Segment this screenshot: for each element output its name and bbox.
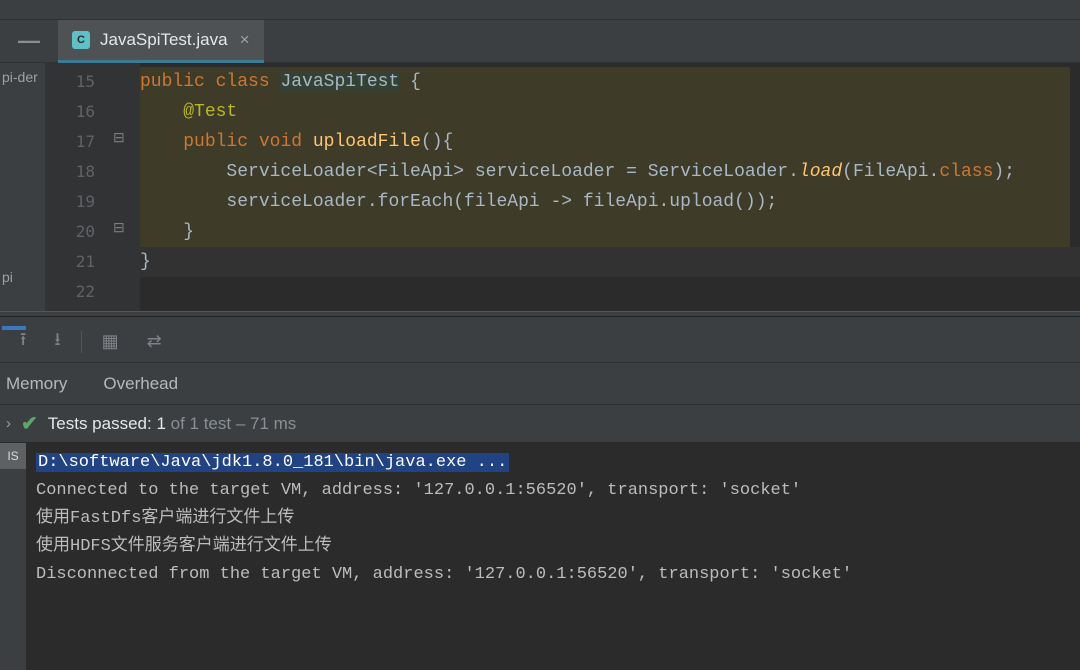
- tab-memory[interactable]: Memory: [6, 374, 67, 394]
- code-line: [140, 277, 1080, 307]
- line-number[interactable]: 17↺: [45, 127, 95, 157]
- console-line: 使用HDFS文件服务客户端进行文件上传: [36, 533, 1070, 561]
- line-number[interactable]: 22: [45, 277, 95, 307]
- code-line: ServiceLoader<FileApi> serviceLoader = S…: [140, 157, 1080, 187]
- sidebar-item[interactable]: pi: [2, 269, 45, 285]
- console-side-nav[interactable]: IS: [0, 443, 26, 670]
- console-nav-item[interactable]: IS: [0, 443, 26, 469]
- console-line: D:\software\Java\jdk1.8.0_181\bin\java.e…: [36, 449, 1070, 477]
- project-sidebar[interactable]: pi-der pi: [0, 63, 45, 311]
- line-number[interactable]: 16: [45, 97, 95, 127]
- console-line: 使用FastDfs客户端进行文件上传: [36, 505, 1070, 533]
- collapse-sidebar-icon[interactable]: —: [18, 28, 40, 54]
- code-line: public class JavaSpiTest {: [140, 67, 1080, 97]
- export-icon[interactable]: ⭱: [20, 327, 26, 357]
- console-command: D:\software\Java\jdk1.8.0_181\bin\java.e…: [36, 453, 509, 472]
- code-line: }: [140, 217, 1080, 247]
- import-icon[interactable]: ⭳: [54, 327, 60, 357]
- tab-overhead[interactable]: Overhead: [103, 374, 178, 394]
- editor-tab-label: JavaSpiTest.java: [100, 30, 228, 50]
- console-area: IS D:\software\Java\jdk1.8.0_181\bin\jav…: [0, 443, 1080, 670]
- java-class-icon: C: [72, 31, 90, 49]
- line-number[interactable]: 18: [45, 157, 95, 187]
- line-gutter[interactable]: 15↺ 16 17↺ 18 19 20 21 22: [45, 63, 105, 311]
- grid-icon[interactable]: ▦: [102, 331, 119, 352]
- check-icon: ✔: [21, 411, 38, 436]
- test-status-bar: › ✔ Tests passed: 1 of 1 test – 71 ms: [0, 405, 1080, 443]
- line-number[interactable]: 20: [45, 217, 95, 247]
- close-icon[interactable]: ×: [240, 30, 250, 50]
- line-number[interactable]: 19: [45, 187, 95, 217]
- fold-column[interactable]: ⊟ ⊟: [105, 63, 140, 311]
- chevron-right-icon[interactable]: ›: [6, 415, 11, 432]
- line-number[interactable]: 21: [45, 247, 95, 277]
- console-line: Disconnected from the target VM, address…: [36, 561, 1070, 589]
- run-toolbar: ⭱ ⭳ ▦ ⇄: [0, 321, 1080, 363]
- line-number[interactable]: 15↺: [45, 67, 95, 97]
- code-line: @Test: [140, 97, 1080, 127]
- editor-tab[interactable]: C JavaSpiTest.java ×: [58, 20, 264, 63]
- sidebar-item[interactable]: pi-der: [2, 69, 45, 269]
- settings-icon[interactable]: ⇄: [147, 331, 162, 352]
- editor-tab-row: — C JavaSpiTest.java ×: [0, 20, 1080, 63]
- top-toolbar: [0, 0, 1080, 20]
- code-editor[interactable]: public class JavaSpiTest { @Test public …: [140, 63, 1080, 311]
- test-status-text: Tests passed: 1 of 1 test – 71 ms: [48, 414, 297, 434]
- code-line: }: [140, 247, 1080, 277]
- code-line: public void uploadFile(){: [140, 127, 1080, 157]
- separator: [81, 331, 82, 353]
- editor-area: pi-der pi 15↺ 16 17↺ 18 19 20 21 22 ⊟ ⊟ …: [0, 63, 1080, 311]
- console-output[interactable]: D:\software\Java\jdk1.8.0_181\bin\java.e…: [26, 443, 1080, 670]
- fold-start-icon[interactable]: ⊟: [113, 129, 125, 146]
- fold-end-icon[interactable]: ⊟: [113, 219, 125, 236]
- debug-subtabs: Memory Overhead: [0, 363, 1080, 405]
- console-line: Connected to the target VM, address: '12…: [36, 477, 1070, 505]
- code-line: serviceLoader.forEach(fileApi -> fileApi…: [140, 187, 1080, 217]
